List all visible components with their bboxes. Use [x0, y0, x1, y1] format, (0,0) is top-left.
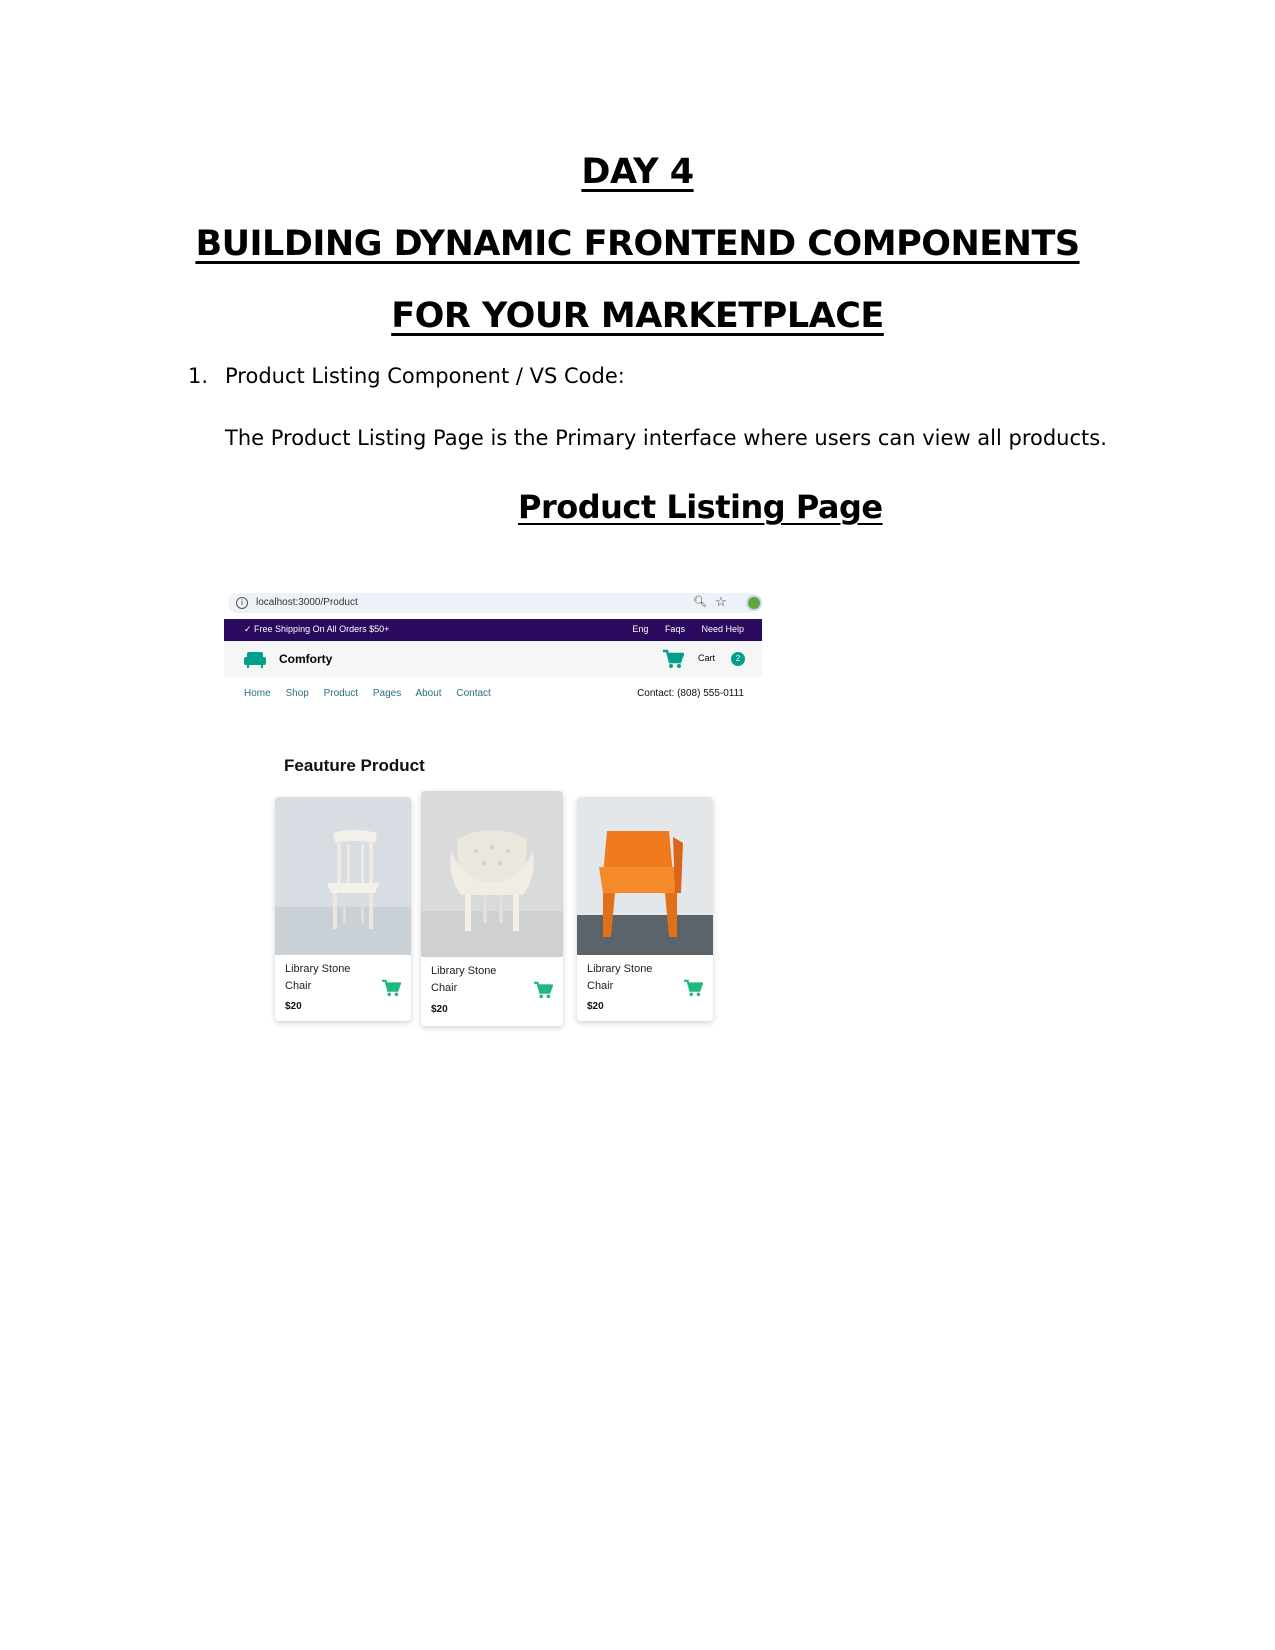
product-card[interactable]: Library Stone Chair $20 — [275, 797, 411, 1021]
doc-title-main: BUILDING DYNAMIC FRONTEND COMPONENTS — [195, 224, 1080, 264]
topbar-link-help[interactable]: Need Help — [701, 624, 744, 634]
url-text: localhost:3000/Product — [256, 597, 358, 608]
doc-title-day: DAY 4 — [581, 152, 694, 192]
product-card[interactable]: Library Stone Chair $20 — [421, 791, 563, 1026]
nav-item-home[interactable]: Home — [244, 688, 271, 699]
cart-icon[interactable] — [662, 649, 684, 669]
nav-item-shop[interactable]: Shop — [285, 688, 308, 699]
extension-icon[interactable] — [746, 595, 762, 611]
topbar-link-faqs[interactable]: Faqs — [665, 624, 685, 634]
browser-address-bar[interactable]: i localhost:3000/Product 🔍︎ ☆ — [228, 593, 762, 613]
list-item-text: Product Listing Component / VS Code: — [225, 364, 625, 388]
featured-title: Feauture Product — [284, 756, 425, 775]
product-name[interactable]: Library Stone Chair — [285, 961, 365, 995]
zoom-icon[interactable]: 🔍︎ — [693, 595, 707, 608]
product-price: $20 — [587, 1001, 604, 1012]
shipping-notice: ✓ Free Shipping On All Orders $50+ — [244, 624, 390, 634]
nav-item-product[interactable]: Product — [324, 688, 358, 699]
cart-count-badge: 2 — [731, 652, 745, 666]
add-to-cart-icon[interactable] — [683, 979, 703, 997]
nav-item-about[interactable]: About — [415, 688, 441, 699]
orange-plastic-chair-image — [577, 797, 713, 955]
doc-title-sub: FOR YOUR MARKETPLACE — [391, 296, 884, 336]
intro-paragraph: The Product Listing Page is the Primary … — [225, 426, 1107, 450]
product-name[interactable]: Library Stone Chair — [587, 961, 667, 995]
info-icon[interactable]: i — [236, 597, 248, 609]
white-tufted-armchair-image — [421, 791, 563, 957]
promo-topbar: ✓ Free Shipping On All Orders $50+ Eng F… — [224, 619, 762, 641]
list-number: 1. — [188, 364, 209, 388]
product-name[interactable]: Library Stone Chair — [431, 963, 511, 997]
add-to-cart-icon[interactable] — [381, 979, 401, 997]
main-nav: Home Shop Product Pages About Contact — [244, 688, 503, 699]
nav-item-contact[interactable]: Contact — [456, 688, 490, 699]
bookmark-star-icon[interactable]: ☆ — [715, 594, 727, 610]
topbar-link-language[interactable]: Eng — [632, 624, 648, 634]
white-wooden-chair-image — [275, 797, 411, 955]
product-price: $20 — [431, 1004, 448, 1015]
brand-name[interactable]: Comforty — [279, 652, 332, 666]
add-to-cart-icon[interactable] — [533, 981, 553, 999]
list-item-product-listing: 1. Product Listing Component / VS Code: — [188, 364, 625, 388]
section-heading: Product Listing Page — [518, 488, 883, 526]
cart-label[interactable]: Cart — [698, 653, 715, 663]
product-price: $20 — [285, 1001, 302, 1012]
nav-item-pages[interactable]: Pages — [373, 688, 401, 699]
contact-phone: Contact: (808) 555-0111 — [637, 688, 744, 699]
sofa-logo-icon[interactable] — [244, 650, 266, 668]
product-listing-screenshot: i localhost:3000/Product 🔍︎ ☆ ✓ Free Shi… — [224, 590, 762, 1032]
product-card[interactable]: Library Stone Chair $20 — [577, 797, 713, 1021]
brand-header: Comforty Cart 2 — [224, 641, 762, 677]
